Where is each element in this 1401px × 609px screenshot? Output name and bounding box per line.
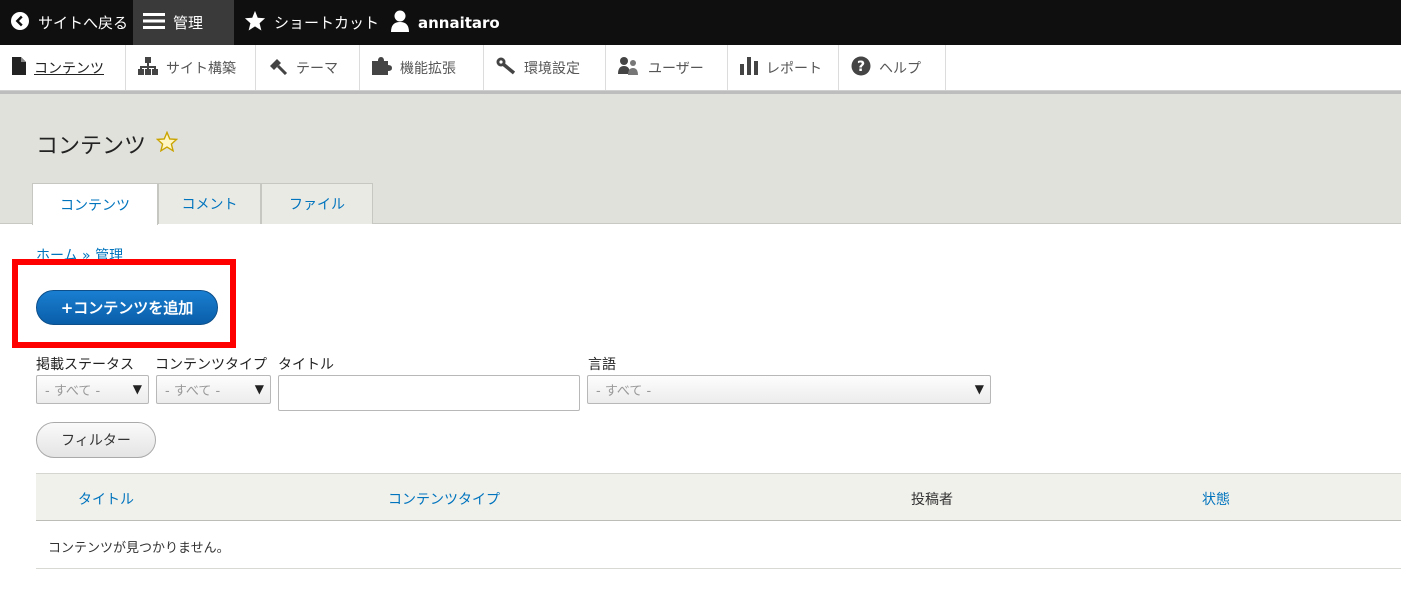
shortcut-star-icon[interactable] — [155, 130, 179, 158]
dropdown-arrow-icon: ▼ — [254, 382, 264, 396]
status-select[interactable]: - すべて - ▼ — [36, 375, 149, 404]
tray-item-label: サイト構築 — [166, 60, 236, 77]
type-filter-label: コンテンツタイプ — [155, 357, 267, 373]
manage-label: 管理 — [173, 14, 204, 32]
status-select-value: - すべて - — [45, 384, 101, 399]
tab-content[interactable]: コンテンツ — [32, 183, 158, 225]
wrench-icon — [496, 57, 516, 79]
dropdown-arrow-icon: ▼ — [974, 382, 984, 396]
empty-message: コンテンツが見つかりません。 — [48, 541, 230, 556]
type-select-value: - すべて - — [165, 384, 221, 399]
page-title: コンテンツ — [36, 128, 179, 160]
hamburger-icon — [143, 12, 165, 34]
paint-icon — [268, 57, 288, 79]
column-author-header: 投稿者 — [911, 492, 953, 508]
title-filter-input[interactable] — [278, 375, 580, 411]
add-content-button[interactable]: +コンテンツを追加 — [36, 290, 218, 325]
tray-item-extend[interactable]: 機能拡張 — [360, 45, 484, 90]
sitemap-icon — [138, 56, 158, 79]
tray-item-label: ヘルプ — [879, 60, 921, 77]
people-icon — [618, 56, 640, 79]
shortcuts-label: ショートカット — [274, 14, 380, 32]
title-filter-label: タイトル — [278, 357, 334, 373]
tray-item-label: レポート — [766, 60, 822, 77]
page-title-text: コンテンツ — [36, 134, 147, 159]
shortcuts-button[interactable]: ショートカット — [234, 0, 379, 45]
admin-menu-tray: コンテンツ サイト構築 テーマ 機能拡張 環境設定 ユーザー レポート ? ヘル… — [0, 45, 1401, 91]
star-icon — [244, 10, 266, 35]
tray-item-label: 環境設定 — [524, 60, 580, 77]
table-header: タイトル コンテンツタイプ 投稿者 状態 — [36, 473, 1401, 521]
tray-item-help[interactable]: ? ヘルプ — [839, 45, 946, 90]
tray-item-label: 機能拡張 — [400, 60, 456, 77]
admin-toolbar: サイトへ戻る 管理 ショートカット annaitaro — [0, 0, 1401, 45]
tab-comments[interactable]: コメント — [158, 183, 261, 224]
tray-item-label: テーマ — [296, 60, 338, 77]
column-type-header[interactable]: コンテンツタイプ — [388, 489, 500, 509]
status-filter-label: 掲載ステータス — [36, 357, 134, 373]
column-status-header[interactable]: 状態 — [1202, 489, 1230, 509]
tray-item-structure[interactable]: サイト構築 — [126, 45, 256, 90]
filter-button[interactable]: フィルター — [36, 422, 156, 458]
back-to-site-label: サイトへ戻る — [38, 14, 129, 32]
file-icon — [12, 56, 26, 79]
chevron-left-circle-icon — [10, 11, 30, 35]
user-menu-button[interactable]: annaitaro — [372, 0, 510, 45]
help-icon: ? — [851, 56, 871, 80]
primary-tabs: コンテンツ コメント ファイル — [32, 183, 373, 225]
tray-item-label: ユーザー — [648, 60, 704, 77]
tray-item-reports[interactable]: レポート — [728, 45, 839, 90]
page-header: コンテンツ コンテンツ コメント ファイル — [0, 94, 1401, 225]
language-select-value: - すべて - — [596, 384, 652, 399]
tray-item-config[interactable]: 環境設定 — [484, 45, 606, 90]
tray-item-label: コンテンツ — [34, 60, 104, 77]
puzzle-icon — [372, 56, 392, 79]
bar-chart-icon — [740, 56, 758, 79]
tray-item-appearance[interactable]: テーマ — [256, 45, 360, 90]
type-select[interactable]: - すべて - ▼ — [156, 375, 271, 404]
user-icon — [390, 10, 410, 36]
svg-text:?: ? — [857, 59, 865, 75]
manage-menu-button[interactable]: 管理 — [133, 0, 234, 45]
tab-files[interactable]: ファイル — [261, 183, 373, 224]
username-label: annaitaro — [418, 13, 500, 32]
table-row: コンテンツが見つかりません。 — [36, 522, 1401, 569]
back-to-site-link[interactable]: サイトへ戻る — [0, 0, 133, 45]
language-filter-label: 言語 — [588, 357, 616, 373]
column-title-header[interactable]: タイトル — [78, 489, 134, 509]
language-select[interactable]: - すべて - ▼ — [587, 375, 991, 404]
tray-item-content[interactable]: コンテンツ — [0, 45, 126, 90]
dropdown-arrow-icon: ▼ — [132, 382, 142, 396]
tray-item-people[interactable]: ユーザー — [606, 45, 728, 90]
